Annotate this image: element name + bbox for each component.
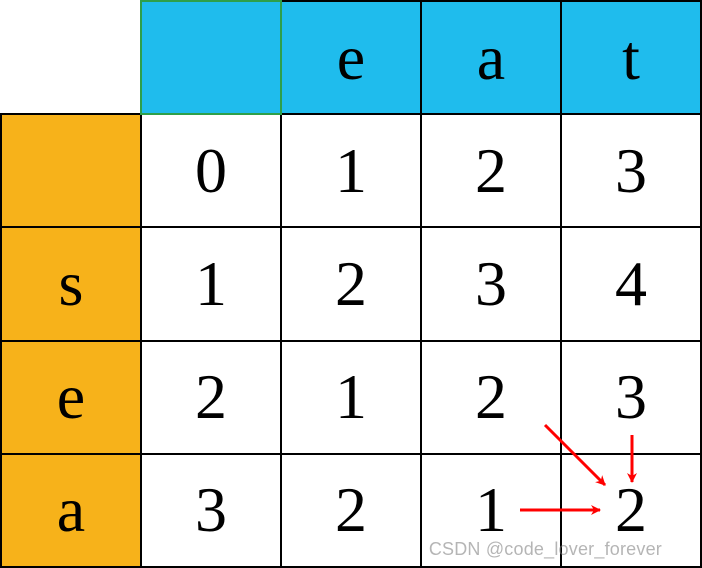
cell: 3 <box>561 341 701 454</box>
cell: 3 <box>421 227 561 340</box>
row-header-empty <box>1 114 141 227</box>
col-header-t: t <box>561 1 701 114</box>
row-header-s: s <box>1 227 141 340</box>
watermark: CSDN @code_lover_forever <box>429 539 662 560</box>
col-header-empty <box>141 1 281 114</box>
col-header-a: a <box>421 1 561 114</box>
cell: 3 <box>561 114 701 227</box>
row-header-e: e <box>1 341 141 454</box>
cell: 2 <box>281 227 421 340</box>
cell: 2 <box>421 114 561 227</box>
row-header-a: a <box>1 454 141 567</box>
col-header-e: e <box>281 1 421 114</box>
cell: 1 <box>281 114 421 227</box>
table-row: e 2 1 2 3 <box>1 341 701 454</box>
cell: 0 <box>141 114 281 227</box>
cell: 2 <box>141 341 281 454</box>
cell: 1 <box>141 227 281 340</box>
cell: 1 <box>281 341 421 454</box>
cell: 2 <box>281 454 421 567</box>
edit-distance-table: e a t 0 1 2 3 s 1 2 3 4 e 2 1 2 3 a 3 2 <box>0 0 702 568</box>
cell: 4 <box>561 227 701 340</box>
corner-blank <box>1 1 141 114</box>
header-row: e a t <box>1 1 701 114</box>
cell: 2 <box>421 341 561 454</box>
table-row: 0 1 2 3 <box>1 114 701 227</box>
table-row: s 1 2 3 4 <box>1 227 701 340</box>
cell: 3 <box>141 454 281 567</box>
